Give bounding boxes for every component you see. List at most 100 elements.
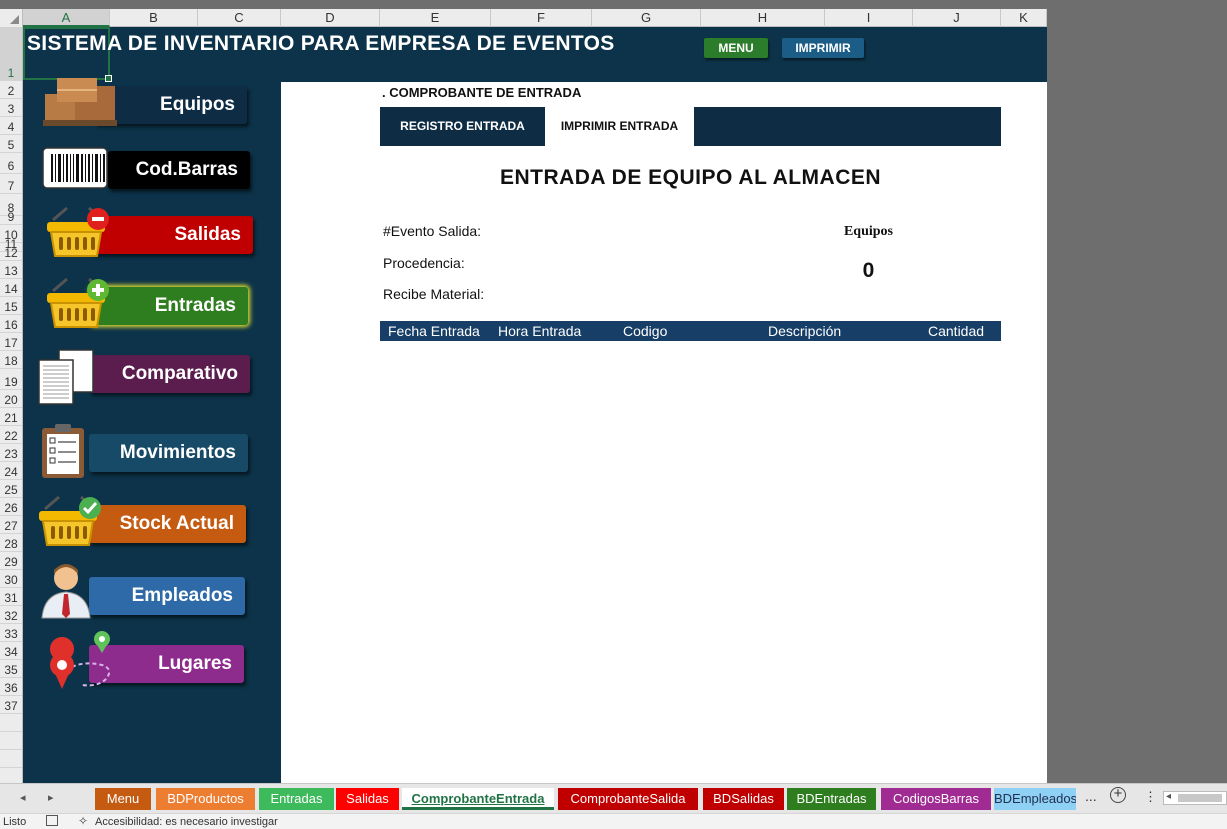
- row-header-13[interactable]: 13: [0, 261, 22, 279]
- barcode-icon: [42, 146, 120, 213]
- column-header-f[interactable]: F: [491, 9, 592, 27]
- row-header-17[interactable]: 17: [0, 333, 22, 351]
- row-header-25[interactable]: 25: [0, 480, 22, 498]
- sheet-tab-bdproductos[interactable]: BDProductos: [156, 788, 255, 810]
- row-header-28[interactable]: 28: [0, 534, 22, 552]
- clipboard-icon: [38, 422, 116, 489]
- select-all-corner[interactable]: [0, 9, 23, 27]
- row-header-16[interactable]: 16: [0, 315, 22, 333]
- column-codigo: Codigo: [623, 323, 668, 339]
- row-header-2[interactable]: 2: [0, 81, 22, 99]
- nav-label: Entradas: [154, 295, 236, 316]
- row-header-9[interactable]: 9: [0, 211, 22, 225]
- basket-check-icon: [35, 495, 113, 562]
- nav-cod-barras-button[interactable]: Cod.Barras: [108, 151, 250, 189]
- row-header-33[interactable]: 33: [0, 624, 22, 642]
- section-title: . COMPROBANTE DE ENTRADA: [382, 85, 582, 100]
- menu-button[interactable]: MENU: [704, 38, 768, 58]
- sheet-tab-salidas[interactable]: Salidas: [336, 788, 399, 810]
- row-header-37[interactable]: 37: [0, 696, 22, 714]
- sheet-tab-comprobanteentrada[interactable]: ComprobanteEntrada: [402, 788, 554, 810]
- row-header-23[interactable]: 23: [0, 444, 22, 462]
- column-header-k[interactable]: K: [1001, 9, 1047, 27]
- row-header-6[interactable]: 6: [0, 153, 22, 174]
- column-header-j[interactable]: J: [913, 9, 1001, 27]
- column-header-e[interactable]: E: [380, 9, 491, 27]
- nav-label: Movimientos: [119, 442, 236, 463]
- row-header-5[interactable]: 5: [0, 135, 22, 153]
- equipos-count: 0: [862, 259, 875, 282]
- nav-label: Comparativo: [121, 363, 238, 384]
- tab-registro-entrada[interactable]: REGISTRO ENTRADA: [380, 107, 545, 146]
- row-header-14[interactable]: 14: [0, 279, 22, 297]
- nav-label: Equipos: [160, 94, 235, 115]
- row-header-15[interactable]: 15: [0, 297, 22, 315]
- row-header-19[interactable]: 19: [0, 369, 22, 390]
- column-cantidad: Cantidad: [928, 323, 985, 339]
- status-ready: Listo: [3, 816, 27, 828]
- column-descripcion: Descripción: [768, 323, 842, 339]
- row-header-35[interactable]: 35: [0, 660, 22, 678]
- tab-imprimir-entrada[interactable]: IMPRIMIR ENTRADA: [545, 107, 694, 146]
- column-header-h[interactable]: H: [701, 9, 825, 27]
- row-header-extra[interactable]: [0, 768, 22, 783]
- column-header-i[interactable]: I: [825, 9, 913, 27]
- macro-record-icon[interactable]: [46, 815, 58, 826]
- page-title: SISTEMA DE INVENTARIO PARA EMPRESA DE EV…: [27, 32, 615, 55]
- column-hora-entrada: Hora Entrada: [498, 323, 582, 339]
- row-header-34[interactable]: 34: [0, 642, 22, 660]
- more-tabs-button[interactable]: ...: [1085, 788, 1097, 804]
- column-header-a[interactable]: A: [23, 9, 110, 27]
- column-header-c[interactable]: C: [198, 9, 281, 27]
- row-header-4[interactable]: 4: [0, 117, 22, 135]
- row-header-26[interactable]: 26: [0, 498, 22, 516]
- sheet-tab-bdempleados[interactable]: BDEmpleados: [994, 788, 1076, 810]
- row-header-12[interactable]: 12: [0, 247, 22, 261]
- scroll-tabs-left-icon[interactable]: ◂: [20, 791, 26, 804]
- row-header-20[interactable]: 20: [0, 390, 22, 408]
- nav-comparativo-button[interactable]: Comparativo: [89, 355, 250, 393]
- row-header-31[interactable]: 31: [0, 588, 22, 606]
- row-header-1[interactable]: 1: [0, 27, 22, 81]
- row-header-extra[interactable]: [0, 714, 22, 732]
- table-header: Fecha Entrada Hora Entrada Codigo Descri…: [380, 321, 1001, 341]
- row-header-36[interactable]: 36: [0, 678, 22, 696]
- column-header-d[interactable]: D: [281, 9, 380, 27]
- sheet-tab-entradas[interactable]: Entradas: [259, 788, 334, 810]
- worksheet[interactable]: SISTEMA DE INVENTARIO PARA EMPRESA DE EV…: [23, 27, 1047, 783]
- row-header-27[interactable]: 27: [0, 516, 22, 534]
- receipt-panel: . COMPROBANTE DE ENTRADA REGISTRO ENTRAD…: [281, 82, 1047, 783]
- row-header-18[interactable]: 18: [0, 351, 22, 369]
- row-header-extra[interactable]: [0, 732, 22, 750]
- boxes-icon: [41, 72, 119, 139]
- column-header-g[interactable]: G: [592, 9, 701, 27]
- sheet-tab-bdsalidas[interactable]: BDSalidas: [703, 788, 784, 810]
- row-header-3[interactable]: 3: [0, 99, 22, 117]
- row-header-bar: 1 2 3 4 5 6 7 8 9 10 11 12 13 14 15 16 17 18 19 20 21 22 23 24 2…: [0, 27, 23, 783]
- sheet-tab-bdentradas[interactable]: BDEntradas: [787, 788, 876, 810]
- recibe-material-label: Recibe Material:: [383, 286, 485, 302]
- row-header-32[interactable]: 32: [0, 606, 22, 624]
- row-header-21[interactable]: 21: [0, 408, 22, 426]
- add-sheet-icon[interactable]: +: [1110, 786, 1126, 803]
- sheet-tab-menu[interactable]: Menu: [95, 788, 151, 810]
- row-header-22[interactable]: 22: [0, 426, 22, 444]
- row-header-24[interactable]: 24: [0, 462, 22, 480]
- sheet-tab-comprobantesalida[interactable]: ComprobanteSalida: [558, 788, 698, 810]
- options-menu-icon[interactable]: ⋮: [1144, 789, 1157, 805]
- print-button[interactable]: IMPRIMIR: [782, 38, 864, 58]
- scroll-tabs-right-icon[interactable]: ▸: [48, 791, 54, 804]
- accessibility-status[interactable]: Accesibilidad: es necesario investigar: [95, 816, 278, 828]
- sheet-tab-strip: ◂ ▸ Menu BDProductos Entradas Salidas Compro…: [0, 783, 1227, 813]
- accessibility-icon[interactable]: ✧: [78, 814, 88, 828]
- column-fecha-entrada: Fecha Entrada: [388, 323, 480, 339]
- column-header-b[interactable]: B: [110, 9, 198, 27]
- row-header-7[interactable]: 7: [0, 174, 22, 194]
- sheet-tab-codigosbarras[interactable]: CodigosBarras: [881, 788, 991, 810]
- column-header-bar: ABCDEFGHIJK: [0, 9, 1047, 27]
- status-bar: Listo ✧ Accesibilidad: es necesario inve…: [0, 813, 1227, 829]
- row-header-30[interactable]: 30: [0, 570, 22, 588]
- row-header-29[interactable]: 29: [0, 552, 22, 570]
- row-header-extra[interactable]: [0, 750, 22, 768]
- horizontal-scrollbar[interactable]: ◂: [1163, 791, 1227, 805]
